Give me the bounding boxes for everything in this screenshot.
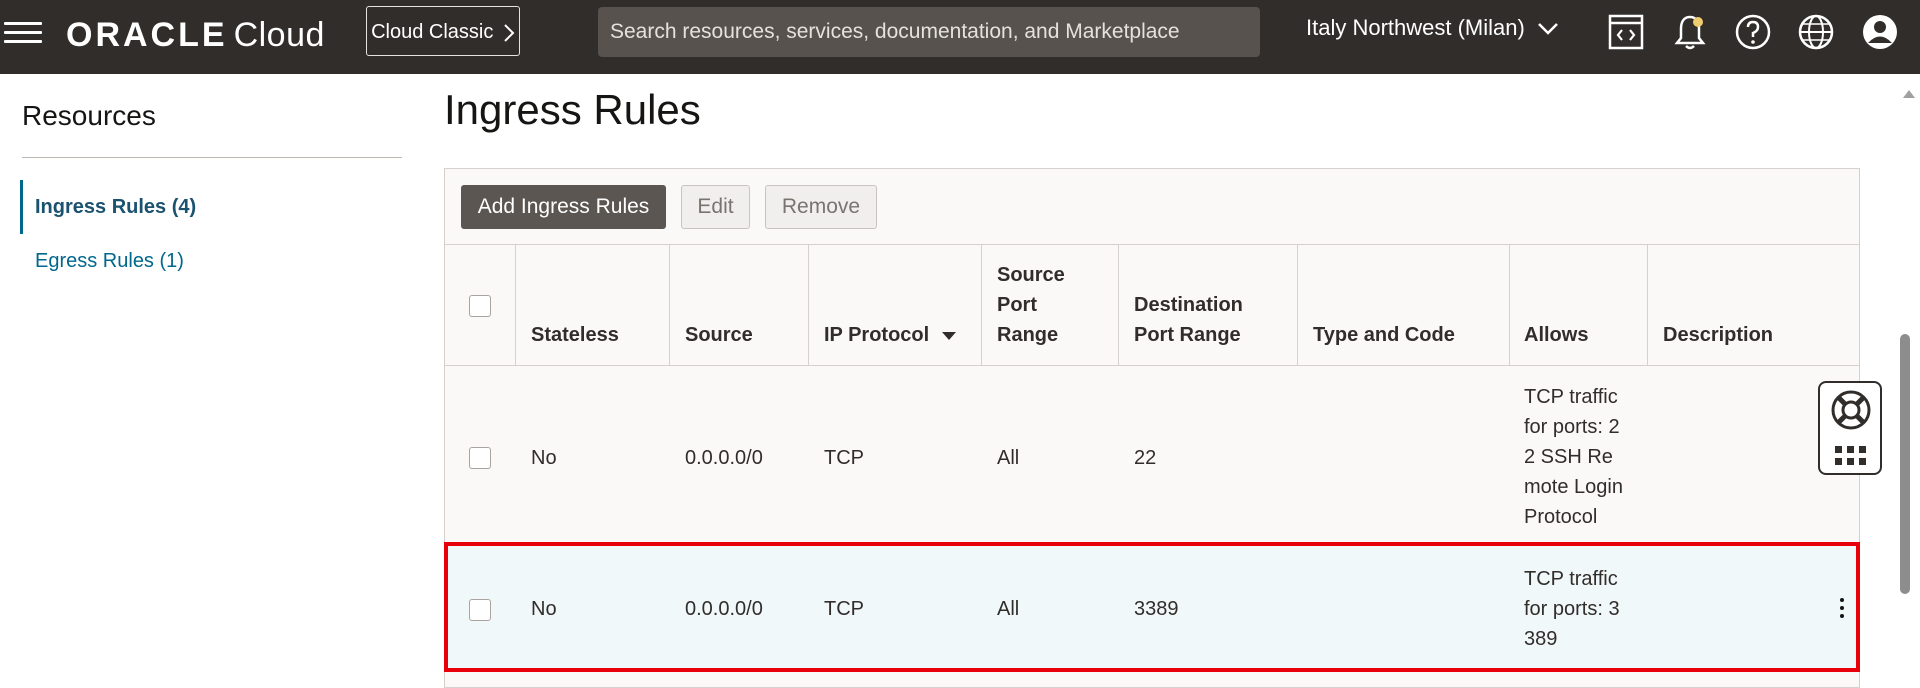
allows-line: Protocol [1524, 506, 1598, 528]
lifebuoy-icon[interactable] [1830, 389, 1872, 436]
source-port-range-line: Range [997, 324, 1059, 346]
source-port-range-line: Source [997, 264, 1065, 286]
source-port-range-line: Port [997, 294, 1037, 316]
table-header-bottom-border [445, 365, 1859, 366]
cell-allows: TCP traffic for ports: 2 2 SSH Re mote L… [1524, 382, 1623, 532]
cloud-classic-button[interactable]: Cloud Classic [366, 6, 520, 56]
column-separator [515, 245, 516, 365]
chevron-right-icon [499, 21, 515, 43]
column-header-destination-port-range[interactable]: Destination Port Range [1134, 290, 1243, 350]
column-header-allows[interactable]: Allows [1524, 320, 1588, 350]
chevron-down-icon [1531, 15, 1559, 40]
column-separator [669, 245, 670, 365]
hamburger-menu-icon[interactable] [4, 16, 42, 46]
help-widget[interactable] [1818, 381, 1882, 475]
destination-port-range-line: Port Range [1134, 324, 1241, 346]
column-header-source[interactable]: Source [685, 320, 753, 350]
row-checkbox[interactable] [469, 447, 491, 469]
logo-product: Cloud [233, 16, 325, 54]
column-header-stateless[interactable]: Stateless [531, 320, 619, 350]
remove-button[interactable]: Remove [765, 185, 877, 229]
column-header-type-and-code[interactable]: Type and Code [1313, 320, 1455, 350]
red-highlight-box [444, 542, 1860, 672]
cell-source: 0.0.0.0/0 [685, 447, 763, 469]
allows-line: 2 SSH Re [1524, 446, 1613, 468]
region-label: Italy Northwest (Milan) [1306, 15, 1525, 40]
bell-icon[interactable] [1670, 12, 1710, 52]
scrollbar-thumb[interactable] [1900, 334, 1910, 594]
sidebar-item-ingress-rules[interactable]: Ingress Rules (4) [35, 196, 196, 219]
add-ingress-rules-button[interactable]: Add Ingress Rules [461, 185, 666, 229]
grid-apps-icon[interactable] [1834, 445, 1868, 472]
user-icon[interactable] [1860, 12, 1900, 52]
column-separator [1647, 245, 1648, 365]
top-navigation-bar: ORACLE Cloud Cloud Classic Search resourc… [0, 0, 1920, 74]
select-all-checkbox[interactable] [469, 295, 491, 317]
region-selector[interactable]: Italy Northwest (Milan) [1306, 15, 1559, 41]
cloud-classic-label: Cloud Classic [371, 21, 494, 43]
page-title: Ingress Rules [444, 86, 701, 133]
column-separator [1297, 245, 1298, 365]
allows-line: mote Login [1524, 476, 1623, 498]
help-icon[interactable] [1733, 12, 1773, 52]
column-header-ip-protocol[interactable]: IP Protocol [824, 320, 957, 350]
cell-source-port-range: All [997, 447, 1020, 469]
edit-button[interactable]: Edit [681, 185, 750, 229]
cell-ip-protocol: TCP [824, 447, 864, 469]
scroll-up-arrow-icon[interactable] [1902, 86, 1916, 104]
resources-heading: Resources [22, 100, 156, 131]
column-separator [981, 245, 982, 365]
cell-destination-port-range: 22 [1134, 447, 1157, 469]
allows-line: for ports: 2 [1524, 416, 1620, 438]
oracle-cloud-logo[interactable]: ORACLE Cloud [66, 16, 325, 55]
destination-port-range-line: Destination [1134, 294, 1243, 316]
sidebar-divider [22, 157, 402, 158]
column-header-source-port-range[interactable]: Source Port Range [997, 260, 1065, 350]
allows-line: TCP traffic [1524, 386, 1618, 408]
cell-stateless: No [531, 447, 557, 469]
code-editor-icon[interactable] [1606, 12, 1646, 52]
logo-brand: ORACLE [66, 16, 228, 54]
sort-descending-icon[interactable] [935, 324, 957, 346]
search-placeholder: Search resources, services, documentatio… [610, 20, 1180, 43]
column-header-description[interactable]: Description [1663, 320, 1773, 350]
search-input[interactable]: Search resources, services, documentatio… [598, 7, 1260, 57]
column-separator [1118, 245, 1119, 365]
globe-icon[interactable] [1796, 12, 1836, 52]
sidebar-item-egress-rules[interactable]: Egress Rules (1) [35, 250, 184, 273]
active-item-indicator [20, 180, 23, 234]
column-separator [1509, 245, 1510, 365]
column-separator [808, 245, 809, 365]
ip-protocol-label: IP Protocol [824, 324, 930, 346]
